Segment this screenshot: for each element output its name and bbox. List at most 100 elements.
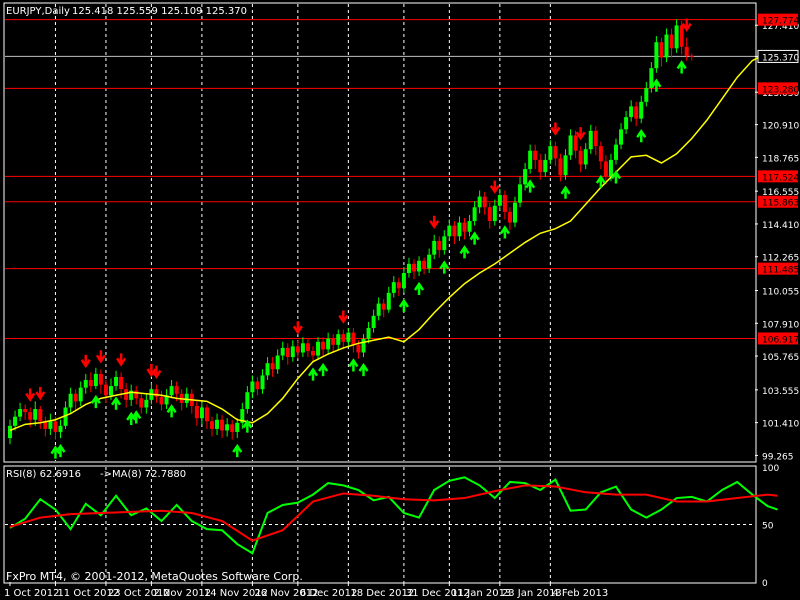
level-label: 117.524 <box>762 173 799 183</box>
candle-bull <box>472 207 477 222</box>
candle-bear <box>396 282 401 289</box>
rsi-tick-label: 0 <box>762 579 768 589</box>
candle-bull <box>265 363 270 376</box>
candle-bull <box>401 273 406 289</box>
candle-bear <box>553 146 558 159</box>
level-label: 115.863 <box>762 199 799 209</box>
candle-bull <box>548 146 553 160</box>
candle-bull <box>654 42 659 69</box>
candle-bear <box>502 195 507 212</box>
candle-bull <box>366 328 371 339</box>
candle-bull <box>326 338 331 350</box>
down-arrow-signal <box>25 388 36 402</box>
up-arrow-signal <box>348 358 359 372</box>
candle-bear <box>558 158 563 176</box>
price-tick-label: 120.910 <box>762 122 799 132</box>
price-tick-label: 110.055 <box>762 288 799 298</box>
candle-bull <box>588 130 593 150</box>
time-tick-label: 2 Nov 2012 <box>153 588 211 599</box>
candle-bull <box>245 392 250 410</box>
rsi-tick-label: 100 <box>762 464 779 474</box>
candle-bear <box>533 150 538 160</box>
candle-bear <box>285 347 290 358</box>
candle-bear <box>220 419 225 431</box>
candle-bear <box>437 240 442 251</box>
up-arrow-signal <box>166 404 177 418</box>
price-tick-label: 105.765 <box>762 353 799 363</box>
candle-bull <box>58 425 63 432</box>
up-arrow-signal <box>55 443 66 458</box>
rsi-ma-line <box>9 484 778 542</box>
down-arrow-signal <box>95 350 106 364</box>
candle-bull <box>427 254 432 269</box>
candle-bull <box>169 386 174 396</box>
candle-bull <box>300 343 305 353</box>
price-tick-label: 101.410 <box>762 420 799 430</box>
candle-bull <box>432 240 437 255</box>
candle-bull <box>664 34 669 58</box>
candle-bear <box>356 344 361 353</box>
price-tick-label: 107.910 <box>762 320 799 330</box>
candle-bull <box>109 386 113 396</box>
candle-bear <box>204 407 209 422</box>
up-arrow-signal <box>499 225 510 239</box>
candle-bull <box>280 347 285 356</box>
candle-bull <box>619 129 624 145</box>
candle-bear <box>669 34 674 49</box>
up-arrow-signal <box>636 128 647 143</box>
candle-bear <box>462 222 467 232</box>
candle-bear <box>139 398 144 408</box>
candle-bull <box>543 159 548 173</box>
up-arrow-signal <box>358 362 369 377</box>
up-arrow-signal <box>469 231 480 245</box>
rsi-label: RSI(8) 62.6916 <box>6 469 81 480</box>
candle-bull <box>497 195 502 206</box>
candle-bear <box>573 135 578 151</box>
candle-bear <box>684 46 689 56</box>
candle-bear <box>341 334 346 342</box>
candle-bear <box>210 421 214 429</box>
candle-bull <box>624 117 629 130</box>
price-tick-label: 99.265 <box>762 452 794 462</box>
candle-bear <box>507 211 512 223</box>
candle-bear <box>351 332 356 345</box>
up-arrow-signal <box>242 419 253 433</box>
up-arrow-signal <box>560 185 571 199</box>
candle-bull <box>250 381 255 393</box>
candle-bull <box>346 332 351 342</box>
candle-bear <box>305 343 310 351</box>
candle-bull <box>406 263 411 274</box>
level-label: 127.774 <box>762 17 799 27</box>
candle-bull <box>376 303 381 316</box>
candle-bull <box>674 25 679 49</box>
candle-bull <box>68 393 73 408</box>
candle-bull <box>563 155 568 176</box>
price-tick-label: 112.265 <box>762 254 799 264</box>
up-arrow-signal <box>398 298 409 312</box>
down-arrow-signal <box>681 18 692 32</box>
candle-bull <box>184 393 189 403</box>
time-tick-label: 1 Oct 2012 <box>4 588 59 599</box>
candle-bull <box>629 106 634 118</box>
candle-bull <box>614 144 618 160</box>
candle-bull <box>336 334 341 345</box>
candle-bull <box>417 260 422 272</box>
candle-bull <box>33 409 38 420</box>
candle-bear <box>679 25 684 47</box>
candle-bull <box>513 202 517 223</box>
down-arrow-signal <box>116 353 127 367</box>
level-label: 123.280 <box>762 85 799 95</box>
candle-bear <box>124 389 129 400</box>
candle-bear <box>482 196 487 208</box>
level-label: 106.917 <box>762 335 799 345</box>
down-arrow-signal <box>35 386 46 401</box>
down-arrow-signal <box>575 127 586 141</box>
candle-bear <box>659 42 664 58</box>
candle-bear <box>194 405 199 419</box>
time-tick-label: 18 Dec 2012 <box>350 588 414 599</box>
candle-bull <box>386 292 391 310</box>
candle-bull <box>275 355 280 370</box>
candle-bull <box>83 379 88 388</box>
candle-bear <box>230 424 235 432</box>
down-arrow-signal <box>550 122 561 136</box>
